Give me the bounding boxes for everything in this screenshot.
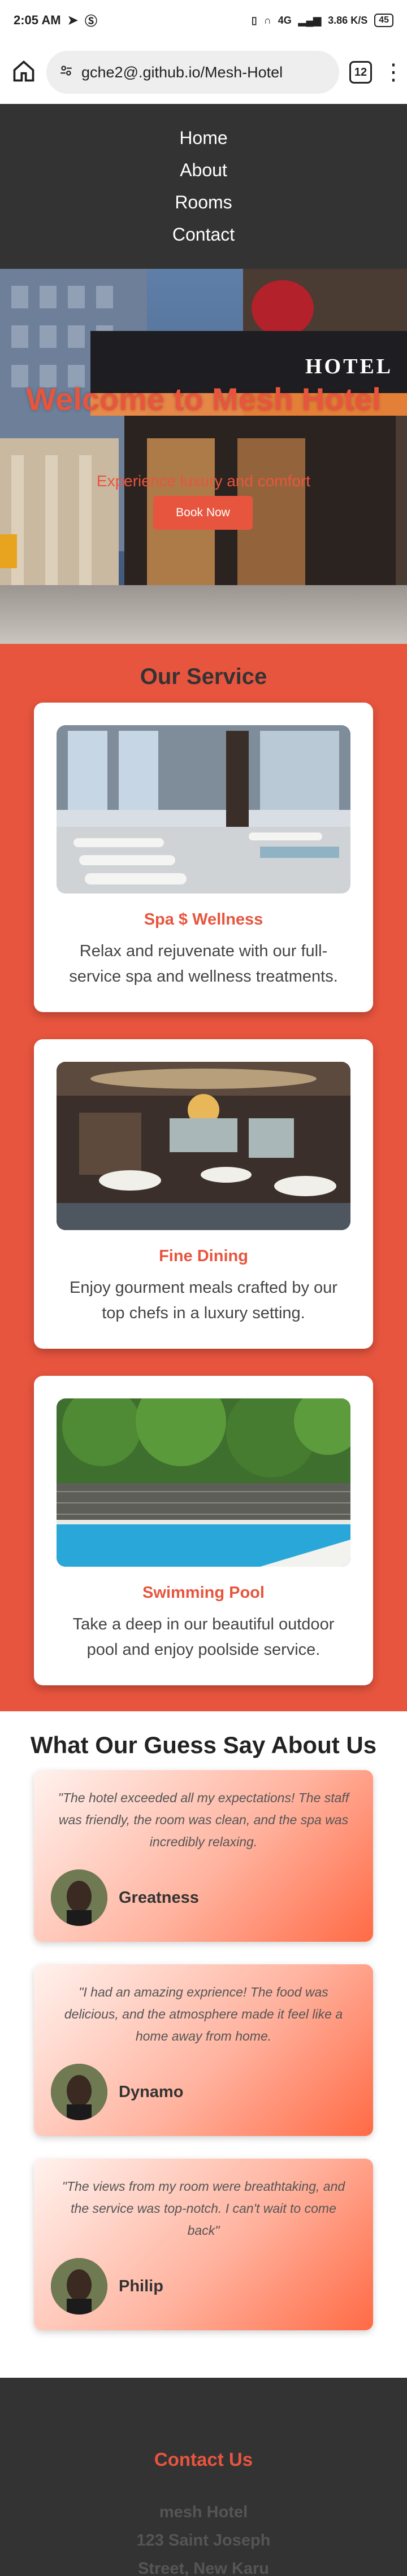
headphones-icon: ∩ bbox=[263, 14, 271, 26]
network-type: 4G bbox=[278, 14, 292, 26]
nav-about[interactable]: About bbox=[180, 160, 227, 181]
status-time: 2:05 AM bbox=[14, 13, 61, 27]
hero-background-image: HOTEL bbox=[0, 269, 407, 644]
home-icon[interactable] bbox=[11, 59, 36, 86]
hotel-name: mesh Hotel bbox=[159, 2503, 248, 2521]
pool-image bbox=[57, 1398, 350, 1567]
service-card-dining: Fine Dining Enjoy gourment meals crafted… bbox=[34, 1039, 373, 1349]
services-section: Our Service Spa $ Wellness Relax and rej… bbox=[0, 644, 407, 1711]
testimonial-name: Greatness bbox=[119, 1889, 199, 1907]
service-card-spa: Spa $ Wellness Relax and rejuvenate with… bbox=[34, 703, 373, 1012]
service-description: Enjoy gourment meals crafted by our top … bbox=[70, 1279, 337, 1322]
address-bar[interactable]: gche2@.github.io/Mesh-Hotel bbox=[46, 51, 339, 94]
hotel-sign-text: HOTEL bbox=[305, 355, 393, 378]
testimonial-card: "The hotel exceeded all my expectations!… bbox=[34, 1770, 373, 1942]
signal-icon: ▂▄▆ bbox=[298, 14, 322, 26]
avatar bbox=[51, 1869, 107, 1926]
telegram-icon: ➤ bbox=[67, 13, 78, 27]
service-title: Spa $ Wellness bbox=[144, 910, 263, 929]
nav-rooms[interactable]: Rooms bbox=[175, 192, 232, 213]
testimonials-section: What Our Guess Say About Us "The hotel e… bbox=[0, 1711, 407, 2355]
testimonial-quote: "I had an amazing exprience! The food wa… bbox=[64, 1985, 343, 2044]
testimonial-quote: "The hotel exceeded all my expectations!… bbox=[58, 1790, 349, 1850]
service-description: Take a deep in our beautiful outdoor poo… bbox=[72, 1615, 335, 1659]
notification-icon: Ⓢ bbox=[84, 14, 97, 28]
menu-icon[interactable]: ⋮ bbox=[382, 61, 405, 84]
testimonial-quote: "The views from my room were breathtakin… bbox=[62, 2179, 345, 2238]
service-title: Swimming Pool bbox=[142, 1584, 265, 1602]
dining-image bbox=[57, 1062, 350, 1230]
address-line-1: 123 Saint Joseph bbox=[136, 2531, 271, 2549]
service-description: Relax and rejuvenate with our full-servi… bbox=[69, 942, 338, 986]
vibrate-icon: ▯ bbox=[251, 14, 257, 26]
tabs-button[interactable]: 12 bbox=[349, 61, 372, 84]
hero-title: Welcome to Mesh Hotel bbox=[26, 381, 381, 417]
address-line-2: Street, New Karu bbox=[137, 2560, 270, 2576]
browser-toolbar: gche2@.github.io/Mesh-Hotel 12 ⋮ bbox=[0, 41, 407, 104]
spa-image bbox=[57, 725, 350, 893]
service-title: Fine Dining bbox=[159, 1247, 248, 1265]
service-card-pool: Swimming Pool Take a deep in our beautif… bbox=[34, 1376, 373, 1685]
battery-indicator: 45 bbox=[374, 14, 393, 27]
services-title: Our Service bbox=[140, 664, 267, 689]
book-now-button[interactable]: Book Now bbox=[153, 496, 253, 530]
testimonials-title: What Our Guess Say About Us bbox=[30, 1732, 377, 1758]
nav-home[interactable]: Home bbox=[179, 128, 227, 149]
testimonial-card: "I had an amazing exprience! The food wa… bbox=[34, 1964, 373, 2136]
testimonial-name: Dynamo bbox=[119, 2083, 184, 2101]
contact-title: Contact Us bbox=[154, 2449, 253, 2470]
testimonial-name: Philip bbox=[119, 2277, 163, 2295]
nav-contact[interactable]: Contact bbox=[172, 224, 235, 245]
hero-subtitle: Experience luxury and comfort bbox=[96, 472, 311, 490]
site-settings-icon[interactable] bbox=[59, 63, 73, 82]
avatar bbox=[51, 2064, 107, 2120]
url-text: gche2@.github.io/Mesh-Hotel bbox=[81, 63, 283, 81]
avatar bbox=[51, 2258, 107, 2315]
data-speed: 3.86 K/S bbox=[328, 14, 368, 26]
footer: Contact Us mesh Hotel 123 Saint Joseph S… bbox=[0, 2378, 407, 2576]
status-bar: 2:05 AM ➤ Ⓢ ▯ ∩ 4G ▂▄▆ 3.86 K/S 45 bbox=[0, 0, 407, 41]
testimonial-card: "The views from my room were breathtakin… bbox=[34, 2159, 373, 2330]
main-nav: Home About Rooms Contact bbox=[0, 104, 407, 269]
hero-section: HOTEL Welcome to Mesh Hotel Experience l… bbox=[0, 269, 407, 644]
